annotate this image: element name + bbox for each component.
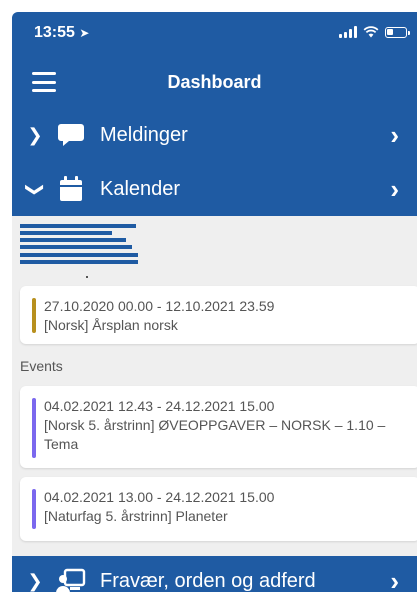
chevron-right-icon: ❯: [27, 124, 43, 145]
event-dates: 04.02.2021 12.43 - 24.12.2021 15.00: [44, 398, 275, 414]
app-header: Dashboard: [12, 58, 417, 108]
calendar-item[interactable]: 27.10.2020 00.00 - 12.10.2021 23.59 [Nor…: [20, 286, 417, 344]
color-marker: [32, 298, 36, 333]
chat-bubble-icon: [54, 120, 88, 150]
location-arrow-icon: ➤: [79, 26, 90, 40]
event-dates: 04.02.2021 13.00 - 24.12.2021 15.00: [44, 489, 275, 505]
color-marker: [32, 398, 36, 458]
event-item[interactable]: 04.02.2021 13.00 - 24.12.2021 15.00 [Nat…: [20, 477, 417, 541]
battery-icon: [385, 26, 410, 38]
signal-icon: [339, 26, 357, 38]
chevron-right-icon: ›: [390, 119, 399, 150]
page-title: Dashboard: [167, 72, 262, 92]
chevron-right-icon: ›: [390, 565, 399, 592]
event-title: [Naturfag 5. årstrinn] Planeter: [44, 508, 228, 524]
nav-row-fravaer[interactable]: ❯ Fravær, orden og adferd ›: [12, 556, 417, 592]
chevron-right-icon: ›: [390, 173, 399, 204]
event-title: [Norsk 5. årstrinn] ØVEOPPGAVER – NORSK …: [44, 417, 386, 452]
calendar-icon: [54, 174, 88, 204]
item-dates: 27.10.2020 00.00 - 12.10.2021 23.59: [44, 298, 275, 314]
item-title: [Norsk] Årsplan norsk: [44, 317, 178, 333]
status-bar: 13:55 ➤: [12, 12, 417, 58]
nav-row-kalender[interactable]: ❯ Kalender ›: [12, 162, 417, 216]
color-marker: [32, 489, 36, 529]
wifi-icon: [363, 26, 379, 38]
person-board-icon: [54, 566, 88, 592]
status-indicators: [339, 26, 410, 38]
nav-label: Kalender: [100, 177, 181, 200]
chevron-down-icon: ❯: [25, 181, 46, 197]
app-screen: 13:55 ➤ Dashboard ❯ Meldinger › ❯ Kalend…: [12, 12, 417, 592]
nav-row-meldinger[interactable]: ❯ Meldinger ›: [12, 108, 417, 162]
event-item[interactable]: 04.02.2021 12.43 - 24.12.2021 15.00 [Nor…: [20, 386, 417, 468]
school-logo: [12, 216, 417, 286]
chevron-right-icon: ❯: [27, 570, 43, 591]
nav-label: Meldinger: [100, 123, 188, 146]
events-heading: Events: [20, 358, 63, 374]
nav-label: Fravær, orden og adferd: [100, 569, 316, 592]
status-time: 13:55 ➤: [34, 24, 90, 41]
